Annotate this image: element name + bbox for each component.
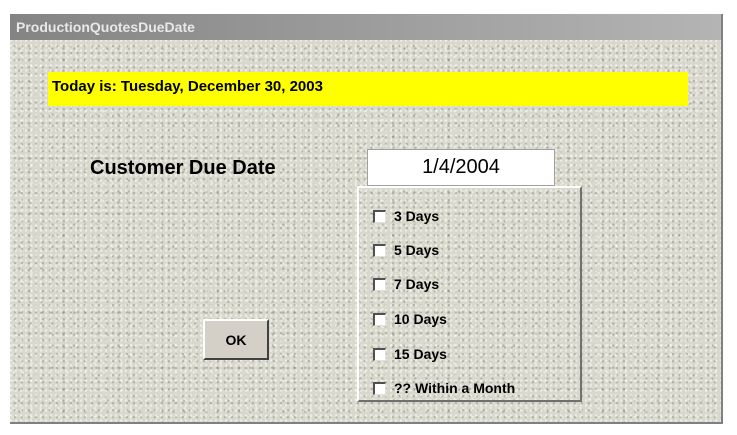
checkbox-15-days[interactable] — [373, 347, 386, 361]
checkbox-7-days[interactable] — [373, 277, 386, 291]
option-15-days[interactable]: 15 Days — [373, 343, 447, 365]
option-label: 5 Days — [394, 242, 440, 258]
checkbox-3-days[interactable] — [373, 209, 386, 223]
due-days-options-panel: 3 Days 5 Days 7 Days 10 Days 15 Days ?? … — [357, 186, 582, 402]
option-label: 10 Days — [394, 311, 447, 327]
customer-due-date-field[interactable] — [367, 149, 555, 186]
option-within-a-month[interactable]: ?? Within a Month — [373, 377, 515, 399]
ok-button[interactable]: OK — [203, 319, 269, 360]
option-7-days[interactable]: 7 Days — [373, 273, 439, 295]
option-label: ?? Within a Month — [394, 380, 516, 396]
window-title: ProductionQuotesDueDate — [10, 14, 721, 40]
today-banner: Today is: Tuesday, December 30, 2003 — [48, 72, 688, 106]
customer-due-date-label: Customer Due Date — [90, 157, 276, 179]
option-10-days[interactable]: 10 Days — [373, 308, 447, 330]
option-label: 15 Days — [394, 346, 447, 362]
checkbox-5-days[interactable] — [373, 243, 386, 257]
option-5-days[interactable]: 5 Days — [373, 239, 439, 261]
production-quotes-window: ProductionQuotesDueDate Today is: Tuesda… — [10, 14, 723, 424]
option-label: 3 Days — [394, 208, 440, 224]
option-3-days[interactable]: 3 Days — [373, 205, 439, 227]
option-label: 7 Days — [394, 276, 440, 292]
checkbox-10-days[interactable] — [373, 312, 386, 326]
checkbox-within-a-month[interactable] — [373, 381, 386, 395]
